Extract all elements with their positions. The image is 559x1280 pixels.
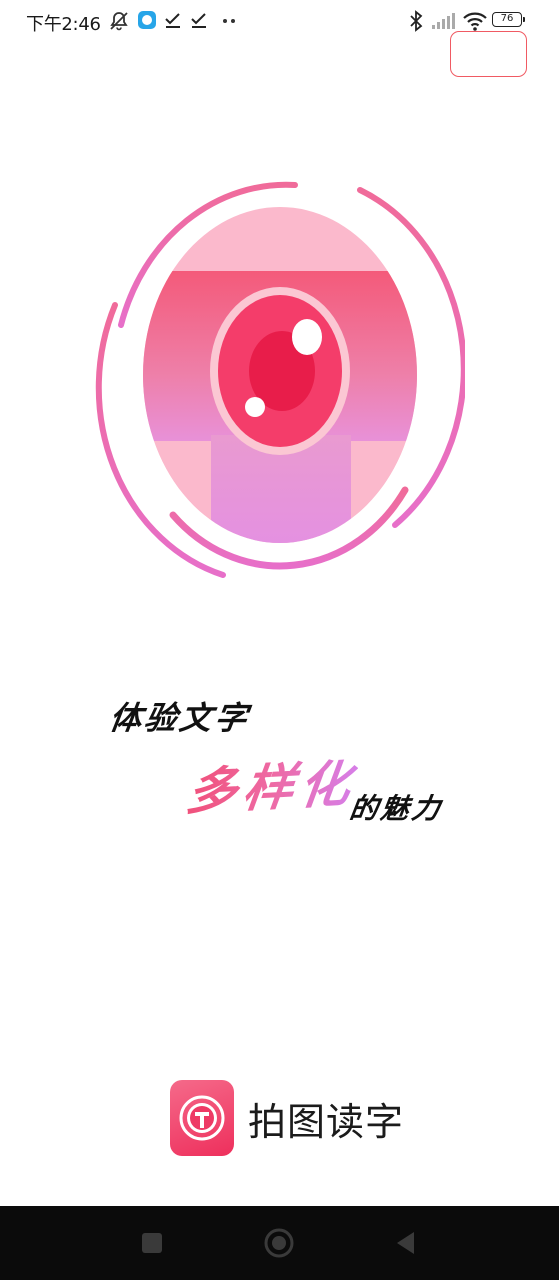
mute-bell-icon (110, 12, 128, 31)
status-time: 下午2:46 (26, 14, 101, 35)
battery-icon: 76 (492, 12, 525, 27)
home-button[interactable] (255, 1206, 303, 1280)
more-dots-icon (223, 19, 235, 23)
wifi-icon (463, 12, 487, 31)
check-icon (191, 13, 206, 28)
camera-logo-illustration (95, 181, 465, 578)
app-notification-icon (138, 11, 156, 29)
skip-button[interactable] (450, 31, 527, 77)
bluetooth-icon (410, 10, 423, 32)
signal-icon (432, 13, 455, 29)
app-brand: 拍图读字 (170, 1079, 404, 1157)
splash-screen: 下午2:46 76 体验文字 多样化 的魅力 拍图读字 (0, 0, 559, 1280)
lens-highlight-small (245, 397, 265, 417)
navigation-bar (0, 1206, 559, 1280)
app-name: 拍图读字 (248, 1099, 405, 1144)
battery-level: 76 (500, 13, 514, 24)
back-icon (397, 1232, 414, 1254)
lens-highlight (292, 319, 322, 355)
slogan-line-3: 的魅力 (347, 792, 446, 825)
slogan-highlight: 多样化 (183, 744, 361, 825)
check-icon (165, 13, 180, 28)
recent-apps-icon (142, 1233, 162, 1253)
recent-apps-button[interactable] (128, 1206, 176, 1280)
home-icon (264, 1228, 294, 1258)
app-logo-icon (170, 1080, 234, 1156)
back-button[interactable] (382, 1206, 430, 1280)
slogan-line-1: 体验文字 (107, 699, 253, 737)
